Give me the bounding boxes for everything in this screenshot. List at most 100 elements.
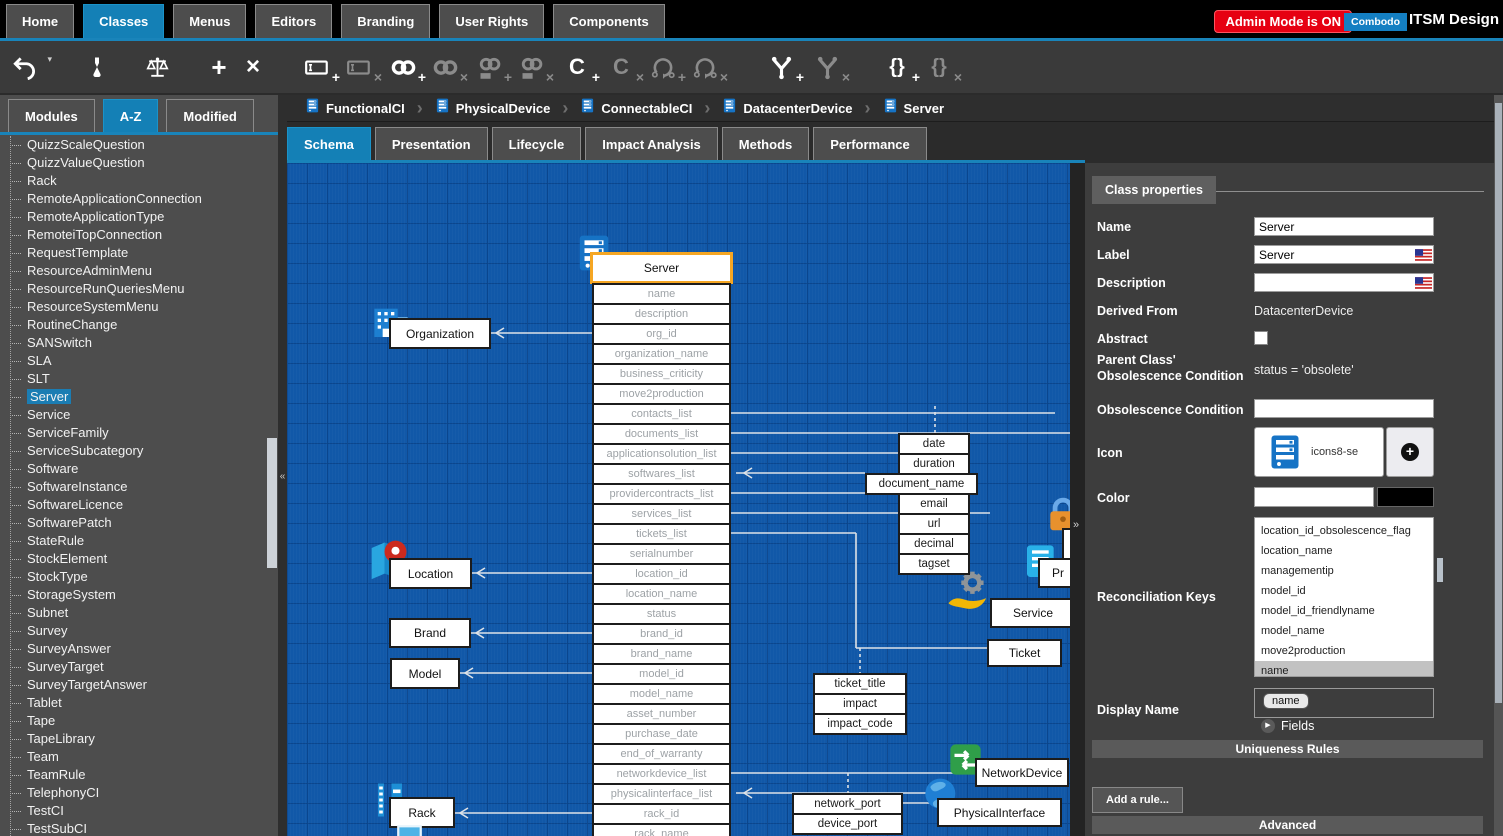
class-item-resourcesystemmenu[interactable]: ResourceSystemMenu xyxy=(10,298,270,316)
add-link-field-icon[interactable]: + xyxy=(474,52,504,82)
compare-icon[interactable] xyxy=(142,52,172,82)
diagram-class-physicalinterface[interactable]: PhysicalInterface xyxy=(937,798,1062,827)
breadcrumb-item-functionalci[interactable]: FunctionalCI xyxy=(295,98,415,118)
icon-add-button[interactable]: + xyxy=(1386,427,1434,477)
add-transition-icon[interactable]: + xyxy=(648,52,678,82)
server-field-end_of_warranty[interactable]: end_of_warranty xyxy=(592,743,731,765)
top-tab-editors[interactable]: Editors xyxy=(255,4,332,38)
server-field-organization_name[interactable]: organization_name xyxy=(592,343,731,365)
class-item-teamrule[interactable]: TeamRule xyxy=(10,766,270,784)
top-tab-user-rights[interactable]: User Rights xyxy=(439,4,544,38)
class-item-stockelement[interactable]: StockElement xyxy=(10,550,270,568)
class-item-sanswitch[interactable]: SANSwitch xyxy=(10,334,270,352)
reconciliation-key-model_id_friendlyname[interactable]: model_id_friendlyname xyxy=(1255,601,1433,621)
sidebar-tab-modified[interactable]: Modified xyxy=(166,99,253,132)
diagram-attribute-network_port[interactable]: network_port xyxy=(792,793,903,815)
tab-lifecycle[interactable]: Lifecycle xyxy=(492,127,582,160)
diagram-attribute-impact[interactable]: impact xyxy=(813,693,907,715)
sidebar-tab-modules[interactable]: Modules xyxy=(8,99,95,132)
class-item-quizzscalequestion[interactable]: QuizzScaleQuestion xyxy=(10,136,270,154)
server-field-name[interactable]: name xyxy=(592,283,731,305)
diagram-attribute-url[interactable]: url xyxy=(898,513,970,535)
server-field-model_name[interactable]: model_name xyxy=(592,683,731,705)
breadcrumb-item-server[interactable]: Server xyxy=(873,98,954,118)
diagram-class-model[interactable]: Model xyxy=(390,658,460,689)
class-item-softwarepatch[interactable]: SoftwarePatch xyxy=(10,514,270,532)
delete-braces-icon[interactable]: {}× xyxy=(924,52,954,82)
server-field-services_list[interactable]: services_list xyxy=(592,503,731,525)
panel-collapse-handle[interactable]: » xyxy=(1070,163,1085,836)
server-field-status[interactable]: status xyxy=(592,603,731,625)
class-item-routinechange[interactable]: RoutineChange xyxy=(10,316,270,334)
display-name-chip-name[interactable]: name xyxy=(1263,693,1309,709)
advanced-section[interactable]: Advanced xyxy=(1092,816,1483,834)
diagram-attribute-impact_code[interactable]: impact_code xyxy=(813,713,907,735)
reconciliation-keys-list[interactable]: location_id_obsolescence_flaglocation_na… xyxy=(1254,517,1434,677)
diagram-attribute-duration[interactable]: duration xyxy=(898,453,970,475)
class-item-telephonyci[interactable]: TelephonyCI xyxy=(10,784,270,802)
class-item-server[interactable]: Server xyxy=(10,388,270,406)
color-input[interactable] xyxy=(1254,487,1374,507)
class-item-slt[interactable]: SLT xyxy=(10,370,270,388)
class-item-surveytargetanswer[interactable]: SurveyTargetAnswer xyxy=(10,676,270,694)
abstract-checkbox[interactable] xyxy=(1254,331,1268,345)
server-field-applicationsolution_list[interactable]: applicationsolution_list xyxy=(592,443,731,465)
sidebar-tab-a-z[interactable]: A-Z xyxy=(103,99,159,132)
class-item-surveytarget[interactable]: SurveyTarget xyxy=(10,658,270,676)
server-field-documents_list[interactable]: documents_list xyxy=(592,423,731,445)
add-hierarchy-icon[interactable]: + xyxy=(766,52,796,82)
server-field-description[interactable]: description xyxy=(592,303,731,325)
class-item-softwareinstance[interactable]: SoftwareInstance xyxy=(10,478,270,496)
tab-performance[interactable]: Performance xyxy=(813,127,926,160)
top-tab-components[interactable]: Components xyxy=(553,4,664,38)
diagram-class-organization[interactable]: Organization xyxy=(389,318,491,349)
class-item-storagesystem[interactable]: StorageSystem xyxy=(10,586,270,604)
server-field-networkdevice_list[interactable]: networkdevice_list xyxy=(592,763,731,785)
breadcrumb-item-datacenterdevice[interactable]: DatacenterDevice xyxy=(712,98,862,118)
server-field-rack_id[interactable]: rack_id xyxy=(592,803,731,825)
top-tab-menus[interactable]: Menus xyxy=(173,4,246,38)
delete-field-icon[interactable]: × xyxy=(344,52,374,82)
class-item-remoteapplicationconnection[interactable]: RemoteApplicationConnection xyxy=(10,190,270,208)
diagram-class-server[interactable]: Server xyxy=(590,252,733,284)
diagram-class-partial[interactable] xyxy=(1062,528,1070,560)
breadcrumb-item-connectableci[interactable]: ConnectableCI xyxy=(570,98,702,118)
add-field-icon[interactable]: + xyxy=(302,52,332,82)
server-field-tickets_list[interactable]: tickets_list xyxy=(592,523,731,545)
server-field-providercontracts_list[interactable]: providercontracts_list xyxy=(592,483,731,505)
server-field-brand_name[interactable]: brand_name xyxy=(592,643,731,665)
diagram-class-pr[interactable]: Pr xyxy=(1038,558,1070,588)
class-item-testci[interactable]: TestCI xyxy=(10,802,270,820)
add-link-icon[interactable]: + xyxy=(388,52,418,82)
description-input[interactable] xyxy=(1254,273,1434,292)
class-item-quizzvaluequestion[interactable]: QuizzValueQuestion xyxy=(10,154,270,172)
obsolescence-input[interactable] xyxy=(1254,399,1434,418)
reconciliation-key-name[interactable]: name xyxy=(1255,661,1433,677)
schema-diagram-canvas[interactable]: Servernamedescriptionorg_idorganization_… xyxy=(287,163,1070,836)
class-item-servicefamily[interactable]: ServiceFamily xyxy=(10,424,270,442)
delete-transition-icon[interactable]: × xyxy=(690,52,720,82)
icon-picker[interactable]: icons8-se xyxy=(1254,427,1384,477)
tab-presentation[interactable]: Presentation xyxy=(375,127,488,160)
reconciliation-scrollbar[interactable] xyxy=(1437,558,1443,582)
server-field-purchase_date[interactable]: purchase_date xyxy=(592,723,731,745)
class-item-servicesubcategory[interactable]: ServiceSubcategory xyxy=(10,442,270,460)
server-field-asset_number[interactable]: asset_number xyxy=(592,703,731,725)
diagram-attribute-device_port[interactable]: device_port xyxy=(792,813,903,835)
server-field-physicalinterface_list[interactable]: physicalinterface_list xyxy=(592,783,731,805)
display-name-box[interactable]: name xyxy=(1254,688,1434,718)
tab-methods[interactable]: Methods xyxy=(722,127,809,160)
diagram-class-service[interactable]: Service xyxy=(990,598,1070,628)
panel-scrollbar-thumb[interactable] xyxy=(1495,103,1502,703)
class-item-tape[interactable]: Tape xyxy=(10,712,270,730)
reconciliation-key-model_id[interactable]: model_id xyxy=(1255,581,1433,601)
dropdown-caret-icon[interactable]: ▾ xyxy=(47,54,52,65)
diagram-class-networkdevice[interactable]: NetworkDevice xyxy=(975,758,1069,787)
server-field-contacts_list[interactable]: contacts_list xyxy=(592,403,731,425)
add-braces-icon[interactable]: {}+ xyxy=(882,52,912,82)
class-item-softwarelicence[interactable]: SoftwareLicence xyxy=(10,496,270,514)
class-item-sla[interactable]: SLA xyxy=(10,352,270,370)
diagram-attribute-date[interactable]: date xyxy=(898,433,970,455)
server-field-location_id[interactable]: location_id xyxy=(592,563,731,585)
diagram-attribute-tagset[interactable]: tagset xyxy=(898,553,970,575)
